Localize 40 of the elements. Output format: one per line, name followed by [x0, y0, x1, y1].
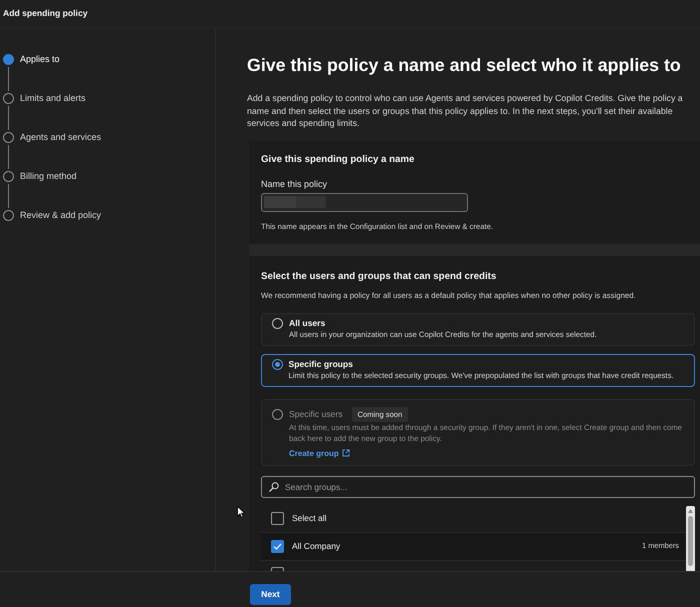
page-description: Add a spending policy to control who can use Agents and services powered by Copilot Credits. Give the policy a name and then select the users or groups that this policy applies to. In the next steps, you'll set their available services and spending limits.: [247, 92, 684, 130]
step-label: Review & add policy: [20, 210, 102, 221]
step-label: Limits and alerts: [20, 93, 86, 104]
check-icon: [273, 542, 282, 550]
option-title: Specific groups: [288, 358, 353, 370]
option-title: All users: [289, 318, 326, 328]
group-name: All Company: [292, 540, 340, 552]
step-item[interactable]: Agents and services: [3, 132, 215, 143]
radio-button[interactable]: [272, 318, 283, 328]
scrollbar[interactable]: [686, 506, 695, 571]
step-label: Applies to: [20, 54, 60, 65]
step-item[interactable]: Review & add policy: [3, 210, 215, 221]
step-item[interactable]: Limits and alerts: [3, 93, 215, 104]
section-heading: Select the users and groups that can spend credits: [261, 270, 498, 282]
step-connector: [8, 184, 10, 208]
step-label: Agents and services: [20, 132, 102, 143]
step-item[interactable]: Applies to: [3, 54, 215, 65]
radio-button[interactable]: [272, 358, 282, 370]
step-label: Billing method: [20, 171, 77, 182]
page-title: Give this policy a name and select who it applies to: [247, 54, 682, 76]
section-heading: Give this spending policy a name: [261, 154, 416, 166]
pointer-cursor-icon: [237, 506, 245, 518]
external-link-icon: [342, 449, 350, 457]
option-title: Specific users: [289, 408, 342, 420]
step-connector: [8, 67, 10, 91]
scrollbar-thumb[interactable]: [688, 516, 693, 566]
window-title: Add spending policy: [3, 8, 88, 19]
search-icon: [269, 482, 279, 492]
row-label: Select all: [292, 513, 326, 524]
scroll-up-arrow-icon[interactable]: [688, 508, 693, 512]
step-connector: [8, 145, 10, 169]
checkbox[interactable]: [271, 512, 284, 525]
next-button[interactable]: Next: [250, 584, 291, 605]
checkbox[interactable]: [271, 566, 284, 570]
step-item[interactable]: Billing method: [3, 171, 215, 182]
field-label: Name this policy: [261, 178, 328, 190]
search-field[interactable]: Search groups...: [261, 476, 695, 498]
policy-name-field[interactable]: [261, 192, 468, 212]
step-connector: [8, 106, 10, 130]
checkbox[interactable]: [271, 540, 284, 552]
